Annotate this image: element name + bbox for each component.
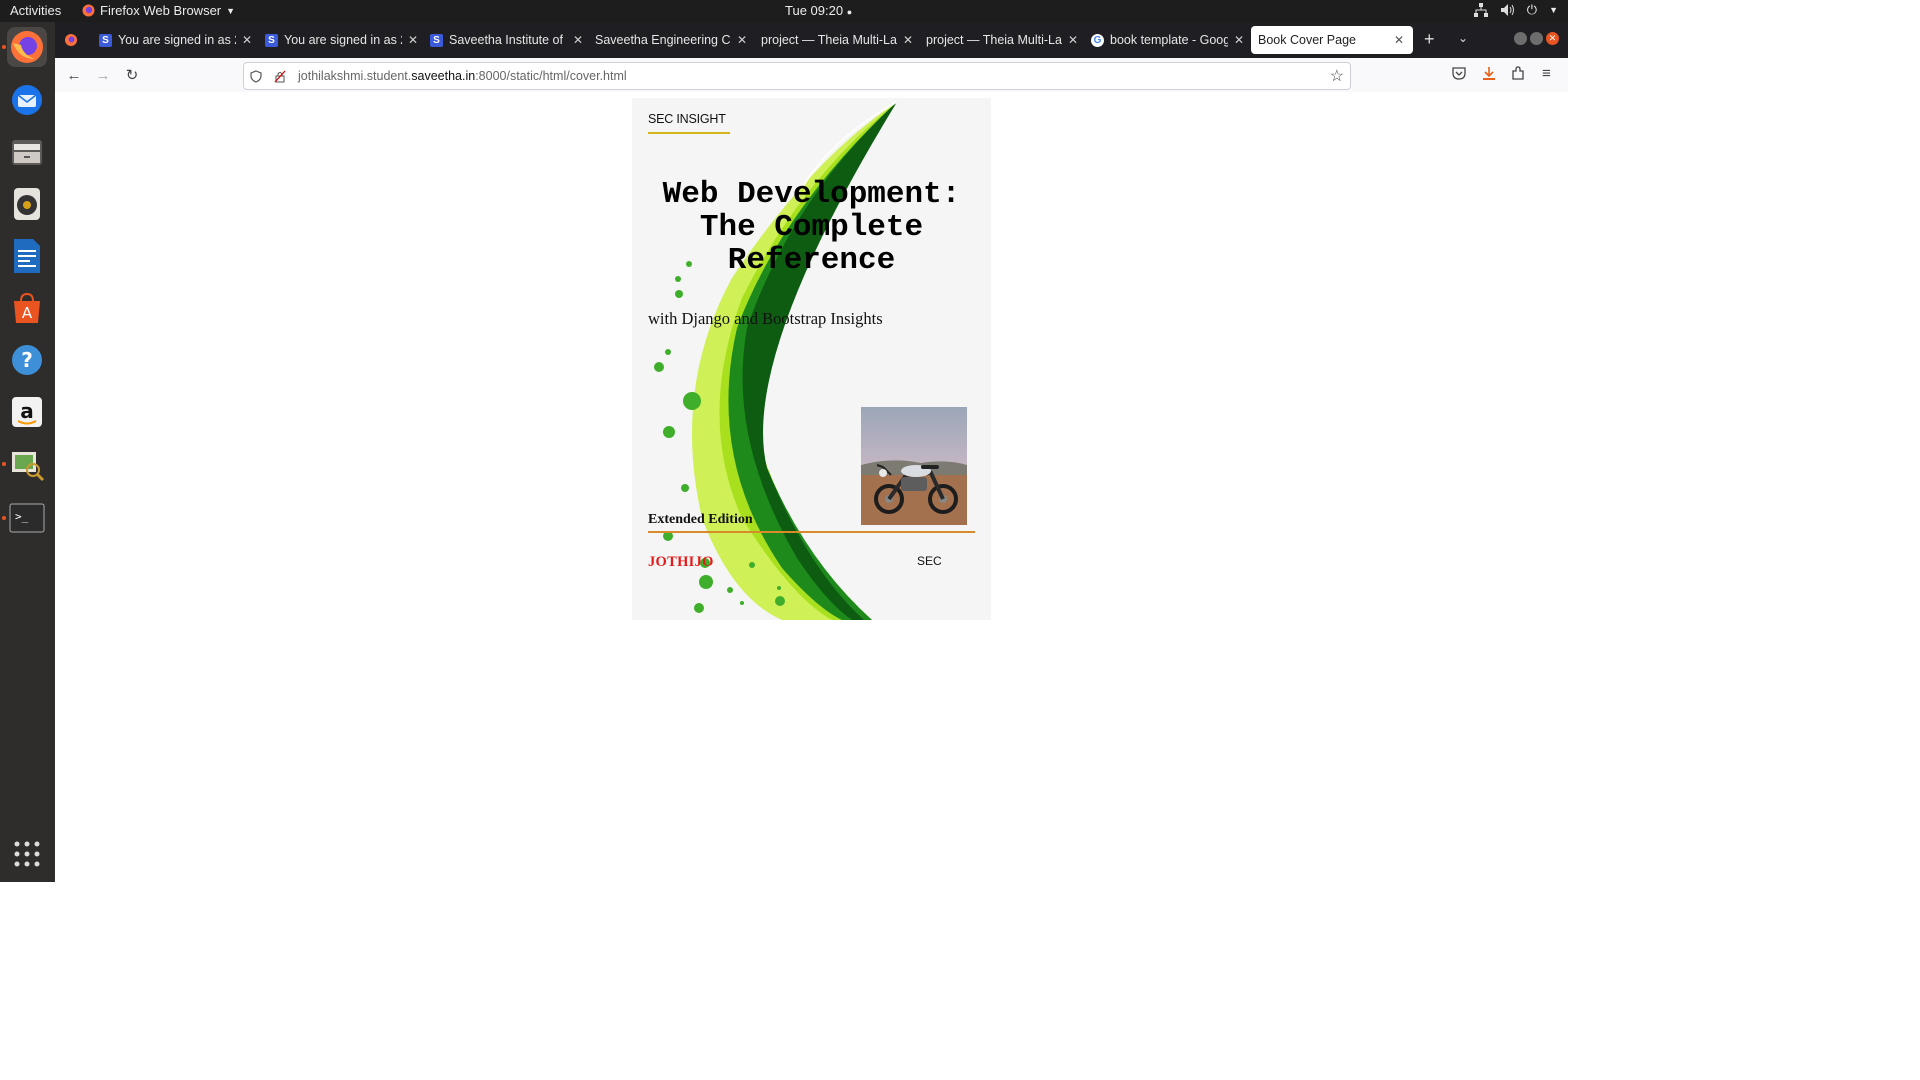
close-tab-icon[interactable]: ✕ xyxy=(1394,33,1404,47)
edition-label: Extended Edition xyxy=(648,512,753,527)
close-tab-icon[interactable]: ✕ xyxy=(242,33,252,47)
tab[interactable]: Saveetha Engineering Co ✕ xyxy=(595,26,747,54)
maximize-icon[interactable] xyxy=(1530,32,1543,45)
app-grid-icon[interactable] xyxy=(7,834,47,874)
forward-icon[interactable]: → xyxy=(93,65,113,85)
tab[interactable]: G book template - Goog ✕ xyxy=(1091,26,1244,54)
tab[interactable]: S You are signed in as 2 ✕ xyxy=(265,26,418,54)
window-controls: ✕ xyxy=(1514,32,1559,45)
favicon-icon: S xyxy=(265,33,278,47)
tab-bar: S You are signed in as 2 ✕ S You are sig… xyxy=(55,22,1568,58)
svg-text:a: a xyxy=(20,399,34,423)
close-tab-icon[interactable]: ✕ xyxy=(903,33,913,47)
author-name: JOTHIJO xyxy=(648,554,714,570)
terminal-icon[interactable]: >_ xyxy=(7,498,47,538)
svg-text:?: ? xyxy=(21,348,33,372)
brand-name: SEC INSIGHT xyxy=(648,112,726,126)
tab[interactable]: project — Theia Multi-La ✕ xyxy=(926,26,1078,54)
software-icon[interactable]: A xyxy=(7,288,47,328)
bookmark-star-icon[interactable]: ☆ xyxy=(1330,66,1344,86)
running-indicator xyxy=(2,516,6,520)
app-name: Firefox Web Browser xyxy=(100,3,222,18)
page-viewport: SEC INSIGHT Web Development: The Complet… xyxy=(55,92,1568,882)
motorcycle-image xyxy=(861,407,967,525)
amazon-icon[interactable]: a xyxy=(7,392,47,432)
writer-icon[interactable] xyxy=(7,236,47,276)
menu-hamburger-icon[interactable]: ≡ xyxy=(1542,65,1551,82)
thunderbird-icon[interactable] xyxy=(7,80,47,120)
chevron-down-icon: ▼ xyxy=(226,5,236,16)
active-indicator xyxy=(2,45,6,49)
book-title: Web Development: The Complete Reference xyxy=(662,177,961,278)
insecure-lock-icon[interactable] xyxy=(274,70,288,83)
activities-button[interactable]: Activities xyxy=(10,3,61,18)
dock: A ? a >_ xyxy=(0,22,55,882)
rhythmbox-icon[interactable] xyxy=(7,184,47,224)
firefox-small-icon xyxy=(82,4,95,17)
url-bar[interactable]: jothilakshmi.student.saveetha.in:8000/st… xyxy=(243,62,1351,90)
power-icon: ⏻ xyxy=(1526,2,1538,17)
app-menu[interactable]: Firefox Web Browser ▼ xyxy=(82,3,235,18)
volume-icon xyxy=(1500,4,1514,16)
tab-title: Saveetha Institute of xyxy=(449,33,563,47)
url-text[interactable]: jothilakshmi.student.saveetha.in:8000/st… xyxy=(298,69,627,83)
close-window-icon[interactable]: ✕ xyxy=(1546,32,1559,45)
tab-title: Saveetha Engineering Co xyxy=(595,33,731,47)
notification-dot-icon: ● xyxy=(846,7,853,17)
tab-active[interactable]: Book Cover Page ✕ xyxy=(1251,26,1413,54)
system-top-bar: Activities Firefox Web Browser ▼ Tue 09:… xyxy=(0,0,1568,22)
svg-text:>_: >_ xyxy=(15,510,29,523)
reload-icon[interactable]: ↻ xyxy=(122,65,142,85)
pocket-icon[interactable] xyxy=(1452,67,1466,85)
publisher-name: SEC xyxy=(917,554,942,568)
url-suffix: :8000/static/html/cover.html xyxy=(475,69,627,83)
help-icon[interactable]: ? xyxy=(7,340,47,380)
book-subtitle: with Django and Bootstrap Insights xyxy=(648,309,883,328)
minimize-icon[interactable] xyxy=(1514,32,1527,45)
clock-text: Tue 09:20 xyxy=(785,3,844,18)
brand-underline xyxy=(648,132,730,134)
image-viewer-icon[interactable] xyxy=(7,444,47,484)
close-tab-icon[interactable]: ✕ xyxy=(408,33,418,47)
tab-title: You are signed in as 2 xyxy=(284,33,402,47)
downloads-icon[interactable] xyxy=(1482,66,1496,86)
close-tab-icon[interactable]: ✕ xyxy=(737,33,747,47)
google-favicon-icon: G xyxy=(1091,33,1104,47)
list-all-tabs-icon[interactable]: ⌄ xyxy=(1458,31,1468,45)
firefox-view-icon[interactable] xyxy=(64,33,78,52)
back-icon[interactable]: ← xyxy=(64,65,84,85)
clock[interactable]: Tue 09:20 ● xyxy=(785,3,852,18)
orange-divider xyxy=(648,531,975,533)
tab-title: Book Cover Page xyxy=(1258,33,1356,47)
favicon-icon: S xyxy=(430,33,443,47)
tab-title: You are signed in as 2 xyxy=(118,33,236,47)
url-prefix: jothilakshmi.student. xyxy=(298,69,412,83)
running-indicator xyxy=(2,462,6,466)
files-icon[interactable] xyxy=(7,132,47,172)
extensions-icon[interactable] xyxy=(1511,66,1525,86)
close-tab-icon[interactable]: ✕ xyxy=(1068,33,1078,47)
tab[interactable]: project — Theia Multi-La ✕ xyxy=(761,26,913,54)
tab[interactable]: S You are signed in as 2 ✕ xyxy=(99,26,252,54)
close-tab-icon[interactable]: ✕ xyxy=(573,33,583,47)
tab-title: project — Theia Multi-La xyxy=(761,33,897,47)
system-tray[interactable]: ⏻ ▼ xyxy=(1473,2,1558,18)
tab[interactable]: S Saveetha Institute of ✕ xyxy=(430,26,583,54)
close-tab-icon[interactable]: ✕ xyxy=(1234,33,1244,47)
url-host: saveetha.in xyxy=(411,69,476,83)
svg-text:A: A xyxy=(22,304,33,322)
network-icon xyxy=(1473,3,1488,17)
tab-title: book template - Goog xyxy=(1110,33,1228,47)
shield-icon[interactable] xyxy=(250,69,264,83)
navigation-toolbar: ← → ↻ jothilakshmi.student.saveetha.in:8… xyxy=(55,58,1568,93)
book-cover: SEC INSIGHT Web Development: The Complet… xyxy=(632,98,991,620)
chevron-down-icon: ▼ xyxy=(1549,5,1558,15)
firefox-icon[interactable] xyxy=(7,27,47,67)
favicon-icon: S xyxy=(99,33,112,47)
google-favicon-letter: G xyxy=(1093,34,1102,46)
new-tab-icon[interactable]: + xyxy=(1424,29,1435,50)
tab-title: project — Theia Multi-La xyxy=(926,33,1062,47)
